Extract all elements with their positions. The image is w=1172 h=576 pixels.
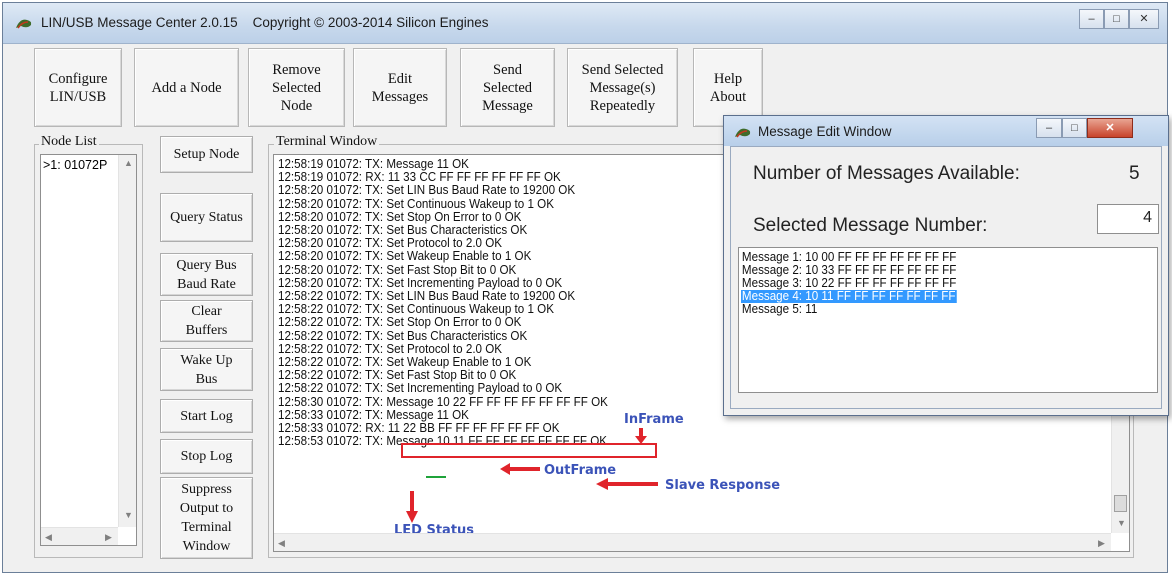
terminal-hscrollbar[interactable]: ◀ ▶ bbox=[274, 533, 1111, 551]
node-list-box[interactable]: >1: 01072P ▲ ▼ ◀ ▶ bbox=[40, 154, 137, 546]
terminal-line: 12:58:19 01072: TX: Message 11 OK bbox=[278, 157, 469, 171]
terminal-line: 12:58:20 01072: TX: Set Stop On Error to… bbox=[278, 209, 522, 224]
outframe-annotation: OutFrame bbox=[544, 463, 617, 478]
app-logo-icon bbox=[16, 19, 32, 29]
maximize-button[interactable]: □ bbox=[1104, 9, 1129, 29]
query-status-button[interactable]: Query Status bbox=[160, 193, 253, 242]
slave-response-annotation: Slave Response bbox=[665, 478, 781, 493]
led-status-arrow-icon bbox=[406, 491, 418, 523]
minimize-button[interactable]: – bbox=[1079, 9, 1104, 29]
message-list[interactable]: Message 1: 10 00 FF FF FF FF FF FF FF Mes… bbox=[738, 247, 1158, 393]
terminal-line: 12:58:19 01072: RX: 11 33 CC FF FF FF FF… bbox=[278, 170, 561, 185]
terminal-line: 12:58:33 01072: TX: Message 11 OK bbox=[278, 407, 469, 422]
inframe-annotation: InFrame bbox=[624, 412, 684, 427]
inframe-highlight-box bbox=[401, 443, 657, 458]
edit-minimize-button[interactable]: – bbox=[1036, 118, 1062, 138]
edit-close-button[interactable]: ✕ bbox=[1087, 118, 1133, 138]
terminal-line: 12:58:22 01072: TX: Set Protocol to 2.0 … bbox=[278, 341, 503, 356]
terminal-line: 12:58:22 01072: TX: Set Stop On Error to… bbox=[278, 315, 522, 330]
messages-available-label: Number of Messages Available: bbox=[753, 163, 1020, 184]
terminal-scroll-right-arrow-icon[interactable]: ▶ bbox=[1098, 538, 1105, 548]
node-list-vscrollbar[interactable]: ▲ ▼ bbox=[118, 155, 136, 527]
title-bar[interactable]: LIN/USB Message Center 2.0.15 Copyright … bbox=[3, 3, 1167, 44]
scroll-down-arrow-icon[interactable]: ▼ bbox=[124, 510, 133, 520]
edit-window-body: Number of Messages Available: 5 Selected… bbox=[730, 146, 1162, 409]
terminal-label: Terminal Window bbox=[274, 134, 380, 150]
terminal-line: 12:58:20 01072: TX: Set Wakeup Enable to… bbox=[278, 249, 532, 264]
terminal-line: 12:58:20 01072: TX: Set Protocol to 2.0 … bbox=[278, 236, 503, 251]
terminal-scroll-left-arrow-icon[interactable]: ◀ bbox=[278, 538, 285, 548]
terminal-line: 12:58:20 01072: TX: Set Bus Characterist… bbox=[278, 223, 528, 237]
app-title-text: LIN/USB Message Center 2.0.15 bbox=[41, 15, 238, 30]
terminal-line: 12:58:22 01072: TX: Set Bus Characterist… bbox=[278, 328, 528, 343]
terminal-line: 12:58:20 01072: TX: Set Continuous Wakeu… bbox=[278, 196, 554, 211]
inframe-arrow-icon bbox=[635, 428, 647, 444]
clear-buffers-button[interactable]: Clear Buffers bbox=[160, 300, 253, 342]
selected-message-number-value: 4 bbox=[1143, 209, 1152, 226]
terminal-line: 12:58:20 01072: TX: Set LIN Bus Baud Rat… bbox=[278, 183, 576, 198]
terminal-line: 12:58:33 01072: RX: 11 22 BB FF FF FF FF… bbox=[278, 421, 560, 435]
add-node-button[interactable]: Add a Node bbox=[134, 48, 239, 127]
scroll-left-arrow-icon[interactable]: ◀ bbox=[45, 532, 52, 542]
terminal-scroll-thumb[interactable] bbox=[1114, 495, 1127, 512]
terminal-line: 12:58:22 01072: TX: Set Fast Stop Bit to… bbox=[278, 368, 517, 383]
stop-log-button[interactable]: Stop Log bbox=[160, 439, 253, 474]
scroll-right-arrow-icon[interactable]: ▶ bbox=[105, 532, 112, 542]
query-bus-baud-rate-button[interactable]: Query Bus Baud Rate bbox=[160, 253, 253, 296]
edit-window-title-bar[interactable]: Message Edit Window – □ ✕ bbox=[724, 116, 1168, 146]
node-list-item[interactable]: >1: 01072P bbox=[43, 158, 107, 172]
suppress-output-button[interactable]: Suppress Output to Terminal Window bbox=[160, 477, 253, 559]
window-title: LIN/USB Message Center 2.0.15 Copyright … bbox=[41, 15, 488, 30]
wake-up-bus-button[interactable]: Wake Up Bus bbox=[160, 348, 253, 391]
terminal-line: 12:58:30 01072: TX: Message 10 22 FF FF … bbox=[278, 394, 608, 409]
terminal-line: 12:58:22 01072: TX: Set LIN Bus Baud Rat… bbox=[278, 289, 576, 303]
terminal-line: 12:58:20 01072: TX: Set Incrementing Pay… bbox=[278, 275, 563, 290]
terminal-line: 12:58:22 01072: TX: Set Incrementing Pay… bbox=[278, 381, 563, 396]
copyright-text: Copyright © 2003-2014 Silicon Engines bbox=[252, 15, 489, 30]
selected-message-number-field[interactable]: 4 bbox=[1097, 204, 1159, 234]
node-list-label: Node List bbox=[39, 134, 99, 150]
message-edit-window: Message Edit Window – □ ✕ Number of Mess… bbox=[723, 115, 1169, 416]
terminal-line: 12:58:22 01072: TX: Set Continuous Wakeu… bbox=[278, 302, 554, 317]
send-selected-repeatedly-button[interactable]: Send Selected Message(s) Repeatedly bbox=[567, 48, 678, 127]
remove-selected-node-button[interactable]: Remove Selected Node bbox=[248, 48, 345, 127]
edit-maximize-button[interactable]: □ bbox=[1062, 118, 1087, 138]
outframe-arrow-icon bbox=[500, 463, 540, 475]
node-list-hscrollbar[interactable]: ◀ ▶ bbox=[41, 527, 118, 545]
terminal-line: 12:58:22 01072: TX: Set Wakeup Enable to… bbox=[278, 355, 532, 369]
close-button[interactable]: ✕ bbox=[1129, 9, 1159, 29]
led-status-underline bbox=[426, 476, 446, 478]
selected-message-label: Selected Message Number: bbox=[753, 215, 988, 236]
edit-window-title: Message Edit Window bbox=[758, 124, 892, 139]
start-log-button[interactable]: Start Log bbox=[160, 399, 253, 433]
terminal-line: 12:58:20 01072: TX: Set Fast Stop Bit to… bbox=[278, 262, 517, 277]
slave-response-arrow-icon bbox=[596, 478, 658, 490]
edit-messages-button[interactable]: Edit Messages bbox=[353, 48, 447, 127]
messages-available-value: 5 bbox=[1129, 163, 1140, 184]
setup-node-button[interactable]: Setup Node bbox=[160, 136, 253, 173]
scroll-up-arrow-icon[interactable]: ▲ bbox=[124, 158, 133, 168]
send-selected-message-button[interactable]: Send Selected Message bbox=[460, 48, 555, 127]
terminal-scroll-down-arrow-icon[interactable]: ▼ bbox=[1117, 518, 1126, 528]
configure-lin-usb-button[interactable]: Configure LIN/USB bbox=[34, 48, 122, 127]
message-list-item[interactable]: Message 5: 11 bbox=[741, 303, 818, 316]
edit-window-logo-icon bbox=[735, 128, 751, 138]
